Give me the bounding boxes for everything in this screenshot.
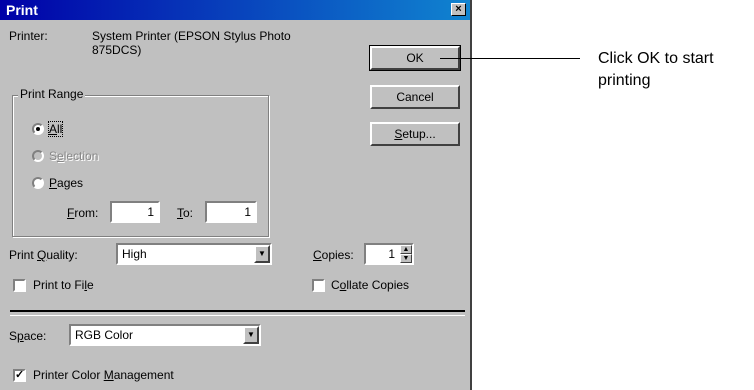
radio-selection-label: Selection bbox=[49, 149, 99, 163]
print-dialog: Print × Printer: System Printer (EPSON S… bbox=[0, 0, 472, 390]
print-quality-label: Print Quality: bbox=[9, 248, 78, 262]
collate-copies-label: Collate Copies bbox=[331, 278, 410, 292]
dialog-title: Print bbox=[6, 2, 38, 18]
from-label: From: bbox=[67, 206, 99, 220]
spin-down-icon[interactable]: ▼ bbox=[400, 254, 412, 263]
space-select[interactable]: RGB Color ▼ bbox=[69, 324, 261, 346]
print-to-file-checkbox[interactable] bbox=[13, 279, 26, 292]
setup-button-label-rest: etup... bbox=[402, 127, 436, 141]
callout-line1: Click OK to start bbox=[598, 50, 714, 67]
print-quality-select[interactable]: High ▼ bbox=[116, 243, 272, 265]
color-management-checkbox[interactable]: ✓ bbox=[13, 369, 26, 382]
radio-pages-label: Pages bbox=[49, 176, 84, 190]
printer-name-line1: System Printer (EPSON Stylus Photo bbox=[92, 29, 291, 43]
space-value: RGB Color bbox=[75, 328, 134, 342]
close-icon[interactable]: × bbox=[451, 3, 466, 16]
title-bar[interactable]: Print × bbox=[0, 0, 470, 20]
printer-label: Printer: bbox=[9, 29, 48, 43]
color-management-label: Printer Color Management bbox=[33, 368, 174, 382]
chevron-down-icon[interactable]: ▼ bbox=[254, 245, 270, 263]
to-input[interactable]: 1 bbox=[205, 201, 257, 223]
print-range-label: Print Range bbox=[18, 87, 86, 101]
to-label: To: bbox=[177, 206, 194, 220]
copies-label: Copies: bbox=[313, 248, 354, 262]
setup-button[interactable]: Setup... bbox=[370, 122, 460, 146]
print-to-file-label: Print to File bbox=[33, 278, 94, 292]
space-label: Space: bbox=[9, 329, 47, 343]
callout-line2: printing bbox=[598, 72, 651, 89]
radio-all[interactable] bbox=[32, 123, 44, 135]
print-quality-value: High bbox=[122, 247, 147, 261]
printer-name-line2: 875DCS) bbox=[92, 43, 142, 57]
collate-copies-checkbox[interactable] bbox=[312, 279, 325, 292]
radio-pages[interactable] bbox=[32, 177, 44, 189]
radio-all-label: All bbox=[47, 121, 64, 137]
chevron-down-icon[interactable]: ▼ bbox=[243, 326, 259, 344]
callout-text: Click OK to start printing bbox=[598, 48, 714, 92]
radio-selection bbox=[32, 150, 44, 162]
separator bbox=[10, 310, 465, 316]
spin-up-icon[interactable]: ▲ bbox=[400, 245, 412, 254]
cancel-button[interactable]: Cancel bbox=[370, 85, 460, 109]
callout-line bbox=[440, 58, 580, 59]
from-input[interactable]: 1 bbox=[110, 201, 160, 223]
